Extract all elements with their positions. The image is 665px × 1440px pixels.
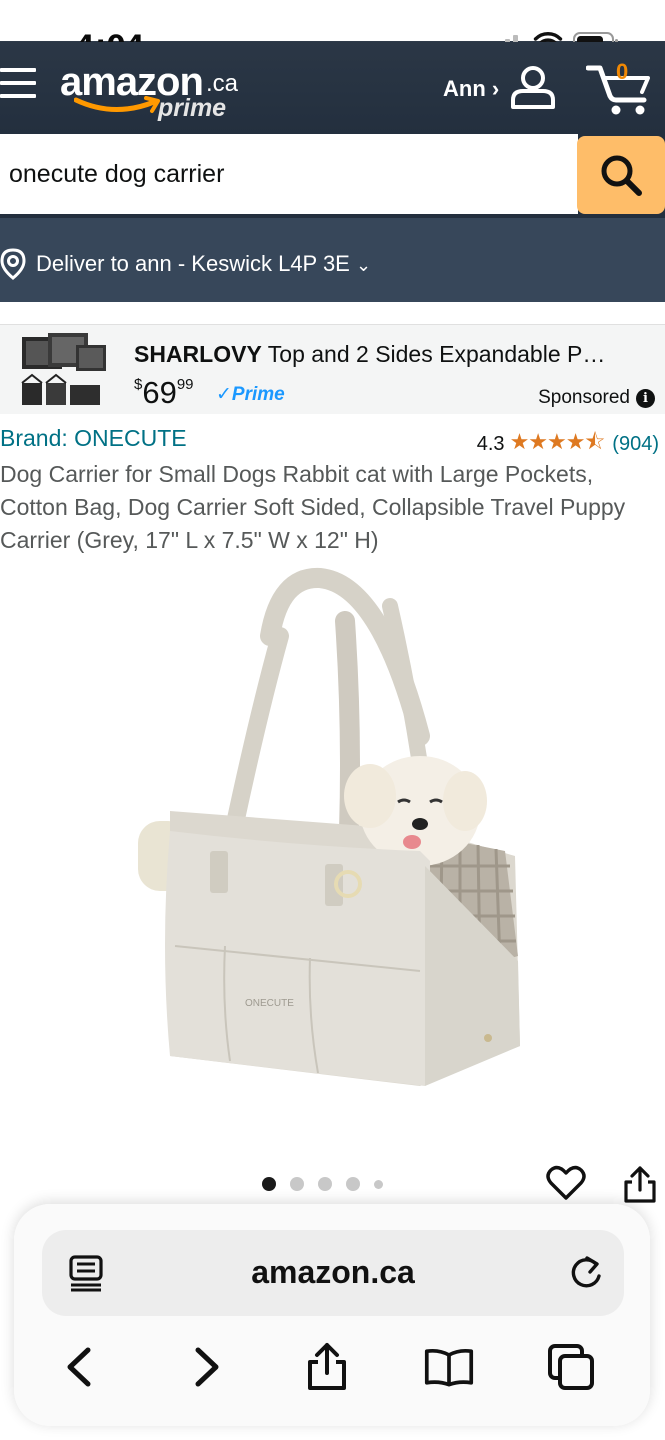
carousel-dot[interactable]: [290, 1177, 304, 1191]
price-fraction: 99: [176, 376, 194, 393]
carousel-dot[interactable]: [318, 1177, 332, 1191]
sponsored-title[interactable]: SHARLOVY Top and 2 Sides Expandable P…: [134, 341, 654, 368]
search-bar: onecute dog carrier: [0, 134, 665, 218]
address-bar[interactable]: amazon.ca: [42, 1230, 624, 1316]
price-whole: 69: [142, 375, 177, 410]
delivery-address: Deliver to ann - Keswick L4P 3E: [36, 251, 350, 276]
forward-button[interactable]: [182, 1342, 232, 1392]
account-icon[interactable]: [510, 64, 556, 110]
logo-prime: prime: [158, 94, 227, 122]
amazon-logo[interactable]: amazon .ca prime: [60, 60, 245, 126]
sponsored-title-text: Top and 2 Sides Expandable P…: [261, 341, 606, 367]
amazon-header: amazon .ca prime Ann › 0: [0, 42, 665, 134]
back-icon: [67, 1347, 91, 1387]
search-input[interactable]: onecute dog carrier: [0, 134, 578, 214]
rating-count[interactable]: (904): [612, 433, 659, 456]
sponsored-banner[interactable]: SHARLOVY Top and 2 Sides Expandable P… $…: [0, 324, 665, 414]
share-button[interactable]: [302, 1342, 352, 1392]
search-query: onecute dog carrier: [9, 160, 225, 188]
sponsored-brand: SHARLOVY: [134, 341, 262, 367]
share-icon: [308, 1343, 346, 1390]
search-icon: [601, 155, 642, 196]
product-title: Dog Carrier for Small Dogs Rabbit cat wi…: [0, 461, 626, 553]
tabs-button[interactable]: [546, 1342, 596, 1392]
product-image[interactable]: ONECUTE: [130, 566, 530, 1111]
sponsored-text: Sponsored: [538, 387, 630, 408]
url-text: amazon.ca: [251, 1254, 415, 1290]
forward-icon: [195, 1347, 219, 1387]
tabs-icon: [548, 1344, 594, 1390]
reload-icon[interactable]: [568, 1252, 604, 1292]
carousel-dot[interactable]: [262, 1177, 276, 1191]
prime-badge: ✓Prime: [216, 384, 285, 405]
location-icon: [0, 248, 26, 280]
sponsored-product-image: [21, 333, 106, 405]
delivery-text: Deliver to ann - Keswick L4P 3E ⌄: [36, 251, 371, 277]
cart-button[interactable]: 0: [585, 59, 656, 118]
browser-toolbar: amazon.ca: [14, 1204, 650, 1426]
image-carousel-dots[interactable]: [262, 1177, 383, 1191]
carousel-dot[interactable]: [374, 1179, 383, 1189]
delivery-bar[interactable]: Deliver to ann - Keswick L4P 3E ⌄: [0, 218, 665, 302]
sponsored-price: $6999: [134, 375, 194, 411]
cart-count: 0: [616, 59, 629, 84]
bag-logo-text: ONECUTE: [245, 998, 294, 1009]
brand-link[interactable]: Brand: ONECUTE: [0, 425, 187, 452]
share-icon[interactable]: [622, 1164, 658, 1204]
search-button[interactable]: [577, 136, 665, 214]
smile-icon: [74, 96, 160, 113]
bookmarks-icon: [424, 1348, 474, 1387]
chevron-down-icon: ⌄: [355, 255, 372, 275]
carousel-dot[interactable]: [346, 1177, 360, 1191]
info-icon[interactable]: i: [636, 388, 655, 408]
back-button[interactable]: [54, 1342, 104, 1392]
bookmarks-button[interactable]: [424, 1342, 474, 1392]
heart-icon[interactable]: [546, 1164, 586, 1202]
hamburger-icon[interactable]: [0, 68, 36, 102]
sponsored-label[interactable]: Sponsored i: [538, 387, 655, 409]
rating-value: 4.3: [476, 432, 505, 455]
browser-nav-row: [14, 1336, 650, 1396]
account-name[interactable]: Ann ›: [443, 76, 499, 102]
